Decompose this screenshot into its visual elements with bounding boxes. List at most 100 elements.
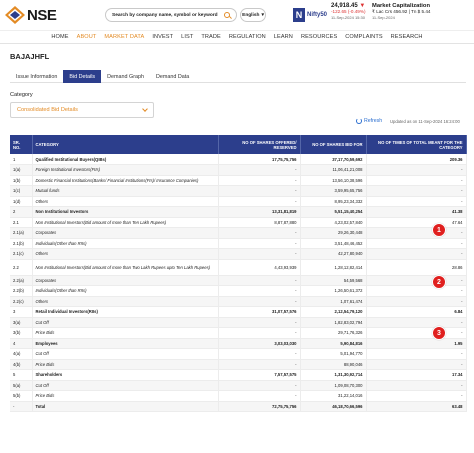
cell-times: - — [366, 348, 467, 360]
nav-regulation[interactable]: REGULATION — [225, 34, 270, 40]
cell-times: - — [366, 296, 467, 307]
table-row: 2.1 Non Institutional Investors(Bid amoun… — [10, 217, 467, 228]
nav-trade[interactable]: TRADE — [197, 34, 224, 40]
tab-issue-information[interactable]: Issue Information — [10, 70, 63, 83]
cell-shares-offered: - — [218, 227, 301, 239]
cell-sr-no: 2.2(b) — [10, 285, 33, 297]
cell-shares-bid: 1,28,12,82,414 — [300, 259, 367, 276]
category-label: Category — [10, 92, 33, 98]
header-category: CATEGORY — [32, 135, 219, 154]
nav-research[interactable]: RESEARCH — [387, 34, 427, 40]
cell-shares-offered: - — [218, 185, 301, 197]
nav-learn[interactable]: LEARN — [270, 34, 297, 40]
cell-times: 6.84 — [366, 306, 467, 318]
cell-shares-bid: 46,18,70,66,596 — [300, 401, 367, 412]
nav-market-data[interactable]: MARKET DATA — [100, 34, 148, 40]
cell-times: - — [366, 238, 467, 249]
cell-category: Others — [32, 196, 219, 207]
header-shares-offered: NO OF SHARES OFFERED/ RESERVED — [218, 135, 301, 154]
language-label: English — [242, 12, 260, 18]
cell-sr-no: 2 — [10, 206, 33, 218]
header-times: NO OF TIMES OF TOTAL MEANT FOR THE CATEG… — [366, 135, 467, 154]
cell-category: Cut Off — [32, 380, 219, 391]
nifty50-logo[interactable]: N Nifty50 — [293, 6, 327, 24]
annotation-badge-1: 1 — [432, 223, 446, 237]
nav-complaints[interactable]: COMPLAINTS — [341, 34, 386, 40]
cell-times: 41.38 — [366, 206, 467, 218]
cell-shares-bid: 37,17,70,59,692 — [300, 154, 367, 165]
cell-sr-no: 4(a) — [10, 348, 33, 360]
cell-shares-offered: 8,87,87,880 — [218, 217, 301, 228]
cell-shares-bid: 5,51,15,40,254 — [300, 206, 367, 218]
table-row: 2 Non Institutional Investors 13,31,81,819… — [10, 206, 467, 218]
cell-shares-bid: 1,31,30,92,714 — [300, 369, 367, 381]
cell-category: Foreign Institutional Investors(FIIs) — [32, 164, 219, 176]
nav-about[interactable]: ABOUT — [73, 34, 101, 40]
nav-invest[interactable]: INVEST — [148, 34, 177, 40]
cell-category: Price Bids — [32, 327, 219, 339]
category-select[interactable]: Consolidated Bid Details — [10, 102, 154, 118]
tab-demand-data[interactable]: Demand Data — [150, 70, 195, 83]
cell-sr-no: 4 — [10, 338, 33, 349]
search-input[interactable]: Search by company name, symbol or keywor… — [105, 8, 237, 22]
search-placeholder: Search by company name, symbol or keywor… — [112, 12, 218, 18]
cell-times: 28.86 — [366, 259, 467, 276]
table-row: 5(b) Price Bids -31,22,14,016- — [10, 390, 467, 402]
category-selected: Consolidated Bid Details — [17, 107, 78, 113]
cell-times: - — [366, 175, 467, 186]
tab-bid-details[interactable]: Bid Details — [63, 70, 102, 83]
logo-text: NSE — [27, 6, 57, 24]
cell-shares-bid: 3,59,95,65,756 — [300, 185, 367, 197]
refresh-button[interactable]: Refresh — [356, 118, 382, 124]
cell-sr-no: 2.2 — [10, 259, 33, 276]
cell-shares-bid: 42,27,80,940 — [300, 248, 367, 260]
cell-shares-bid: 3,51,48,46,452 — [300, 238, 367, 249]
nifty-label: Nifty50 — [306, 12, 327, 18]
mcap-date: 11-Sep-2024 — [372, 15, 395, 20]
cell-sr-no: 3 — [10, 306, 33, 318]
table-row: 2.2(b) Individuals(Other than RIIs) -1,26,… — [10, 285, 467, 297]
annotation-badge-2: 2 — [432, 275, 446, 289]
cell-shares-offered: - — [218, 380, 301, 391]
cell-times: - — [366, 285, 467, 297]
cell-shares-offered: 4,43,93,939 — [218, 259, 301, 276]
tab-bar: Issue Information Bid Details Demand Gra… — [10, 70, 466, 83]
cell-sr-no: 5(a) — [10, 380, 33, 391]
nav-list[interactable]: LIST — [177, 34, 197, 40]
cell-shares-bid: 1,82,83,02,794 — [300, 317, 367, 328]
nse-logo[interactable]: NSE — [5, 6, 57, 24]
cell-times: 17.34 — [366, 369, 467, 381]
cell-sr-no: 2.2(c) — [10, 296, 33, 307]
cell-shares-offered: - — [218, 348, 301, 360]
cell-category: Individuals(Other than RIIs) — [32, 238, 219, 249]
language-select[interactable]: English ▾ — [240, 8, 266, 22]
nav-home[interactable]: HOME — [47, 34, 72, 40]
cell-shares-bid: 88,90,046 — [300, 359, 367, 370]
table-row: 1(b) Domestic Financial Institutions(Bank… — [10, 175, 467, 186]
cell-category: Retail Individual Investors(RIIs) — [32, 306, 219, 318]
cell-shares-bid: 31,22,14,016 — [300, 390, 367, 402]
nav-resources[interactable]: RESOURCES — [297, 34, 341, 40]
cell-times: - — [366, 327, 467, 339]
cell-shares-offered: - — [218, 296, 301, 307]
cell-category: Price Bids — [32, 390, 219, 402]
page-title: BAJAJHFL — [10, 52, 50, 61]
cell-times: 63.48 — [366, 401, 467, 412]
table-row: 2.1(b) Individuals(Other than RIIs) -3,51,… — [10, 238, 467, 249]
cell-times: - — [366, 185, 467, 197]
table-row: 2.1(c) Others -42,27,80,940- — [10, 248, 467, 260]
cell-shares-offered: - — [218, 285, 301, 297]
cell-shares-offered: - — [218, 238, 301, 249]
cell-shares-offered: - — [218, 327, 301, 339]
cell-sr-no: 1(d) — [10, 196, 33, 207]
cell-sr-no: 2.2(a) — [10, 275, 33, 286]
cell-shares-bid: 29,26,30,448 — [300, 227, 367, 239]
cell-category: Shareholders — [32, 369, 219, 381]
cell-category: Cut Off — [32, 317, 219, 328]
tab-demand-graph[interactable]: Demand Graph — [101, 70, 150, 83]
cell-category: Domestic Financial Institutions(Banks/ F… — [32, 175, 219, 186]
search-icon[interactable] — [224, 12, 230, 18]
cell-sr-no: 2.1(a) — [10, 227, 33, 239]
cell-shares-offered: - — [218, 175, 301, 186]
cell-shares-offered: 17,75,75,756 — [218, 154, 301, 165]
